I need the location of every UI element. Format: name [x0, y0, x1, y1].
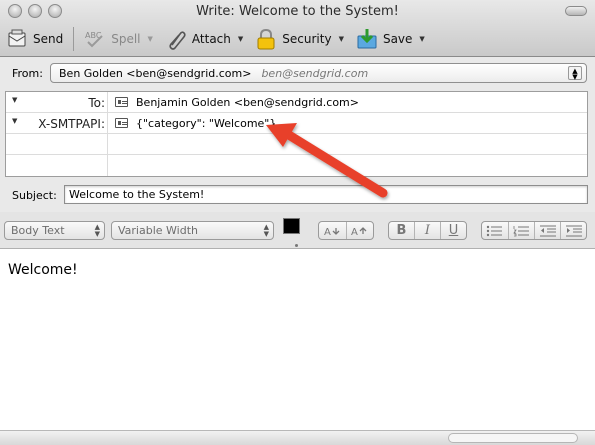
- message-body[interactable]: Welcome!: [0, 250, 595, 430]
- decrease-indent-button[interactable]: [535, 222, 561, 239]
- attach-button[interactable]: Attach ▼: [159, 26, 249, 52]
- outdent-icon: [539, 225, 556, 236]
- save-button[interactable]: Save ▼: [350, 26, 431, 52]
- bold-button[interactable]: B: [389, 222, 415, 239]
- font-size-control: A A: [318, 221, 374, 240]
- chevron-down-icon: ▼: [419, 35, 425, 43]
- column-divider: [107, 113, 108, 134]
- svg-text:A: A: [324, 227, 331, 237]
- send-label: Send: [33, 32, 64, 46]
- message-header: From: Ben Golden <ben@sendgrid.com> ben@s…: [0, 57, 595, 212]
- from-label: From:: [12, 67, 43, 80]
- increase-indent-button[interactable]: [561, 222, 586, 239]
- subject-field[interactable]: Welcome to the System!: [64, 185, 588, 204]
- x-smtpapi-field[interactable]: {"category": "Welcome"}: [136, 117, 276, 130]
- font-bigger-icon: A: [351, 227, 367, 237]
- address-card-icon: [115, 118, 128, 128]
- paperclip-icon: [165, 28, 187, 50]
- window-bottom-bar: [0, 430, 595, 445]
- font-select[interactable]: Variable Width ▲ ▼: [111, 221, 274, 240]
- paragraph-style-select[interactable]: Body Text ▲ ▼: [4, 221, 105, 240]
- select-arrows-icon: ▲ ▼: [568, 66, 582, 81]
- list-indent-control: [481, 221, 587, 240]
- address-card-icon: [115, 97, 128, 107]
- padlock-icon: [255, 28, 277, 50]
- save-label: Save: [382, 32, 413, 46]
- decrease-font-size-button[interactable]: A: [319, 222, 347, 239]
- font-value: Variable Width: [118, 224, 198, 237]
- format-bar: Body Text ▲ ▼ Variable Width ▲ ▼ A A B I U: [0, 212, 595, 249]
- horizontal-scrollbar[interactable]: [448, 433, 578, 443]
- toolbar-separator: [73, 27, 75, 51]
- bulleted-list-button[interactable]: [482, 222, 509, 239]
- underline-button[interactable]: U: [441, 222, 466, 239]
- increase-font-size-button[interactable]: A: [347, 222, 373, 239]
- window-chrome: Write: Welcome to the System! Send ABC S…: [0, 0, 595, 57]
- text-color-well[interactable]: [283, 218, 309, 247]
- address-row-xsmtpapi[interactable]: ▼ X-SMTPAPI: {"category": "Welcome"}: [6, 113, 587, 134]
- send-button[interactable]: Send: [0, 26, 69, 52]
- address-fields: ▼ To: Benjamin Golden <ben@sendgrid.com>…: [5, 91, 588, 177]
- chevron-down-icon: ▼: [237, 35, 244, 43]
- indent-icon: [565, 225, 582, 236]
- from-alias: ben@sendgrid.com: [261, 67, 369, 80]
- select-arrows-icon: ▲ ▼: [263, 223, 269, 238]
- select-arrows-icon: ▲ ▼: [94, 223, 100, 238]
- envelope-send-icon: [6, 28, 28, 50]
- text-style-control: B I U: [388, 221, 467, 240]
- window-title: Write: Welcome to the System!: [196, 4, 399, 19]
- spellcheck-icon: ABC: [84, 28, 106, 50]
- security-button[interactable]: Security ▼: [249, 26, 350, 52]
- numbered-list-icon: [512, 225, 529, 236]
- column-divider: [107, 155, 108, 176]
- address-row-empty[interactable]: [6, 134, 587, 155]
- toolbar: Send ABC Spell ▼ Attach ▼ Security ▼ Sav…: [0, 24, 595, 54]
- bullet-list-icon: [486, 225, 502, 236]
- subject-label: Subject:: [12, 189, 57, 202]
- chevron-down-icon: ▼: [338, 35, 344, 43]
- address-row-to[interactable]: ▼ To: Benjamin Golden <ben@sendgrid.com>: [6, 92, 587, 113]
- spell-label: Spell: [111, 32, 141, 46]
- italic-button[interactable]: I: [415, 222, 441, 239]
- security-label: Security: [282, 32, 332, 46]
- svg-text:A: A: [351, 227, 358, 237]
- address-row-empty[interactable]: [6, 155, 587, 176]
- column-divider: [107, 134, 108, 155]
- to-field[interactable]: Benjamin Golden <ben@sendgrid.com>: [136, 96, 359, 109]
- column-divider: [107, 92, 108, 113]
- paragraph-style-value: Body Text: [11, 224, 65, 237]
- numbered-list-button[interactable]: [509, 222, 535, 239]
- text-color-swatch[interactable]: [283, 218, 300, 234]
- color-indicator: [295, 244, 298, 247]
- attach-label: Attach: [191, 32, 231, 46]
- address-row-label: To:: [88, 96, 105, 110]
- save-disk-icon: [356, 28, 378, 50]
- spell-button[interactable]: ABC Spell ▼: [78, 26, 159, 52]
- toolbar-toggle-button[interactable]: [565, 6, 587, 16]
- from-account-select[interactable]: Ben Golden <ben@sendgrid.com> ben@sendgri…: [50, 63, 587, 83]
- font-smaller-icon: A: [324, 227, 339, 237]
- message-body-text: Welcome!: [8, 262, 78, 278]
- from-value: Ben Golden <ben@sendgrid.com>: [59, 67, 252, 80]
- address-row-label: X-SMTPAPI:: [38, 117, 105, 131]
- chevron-down-icon: ▼: [147, 35, 153, 43]
